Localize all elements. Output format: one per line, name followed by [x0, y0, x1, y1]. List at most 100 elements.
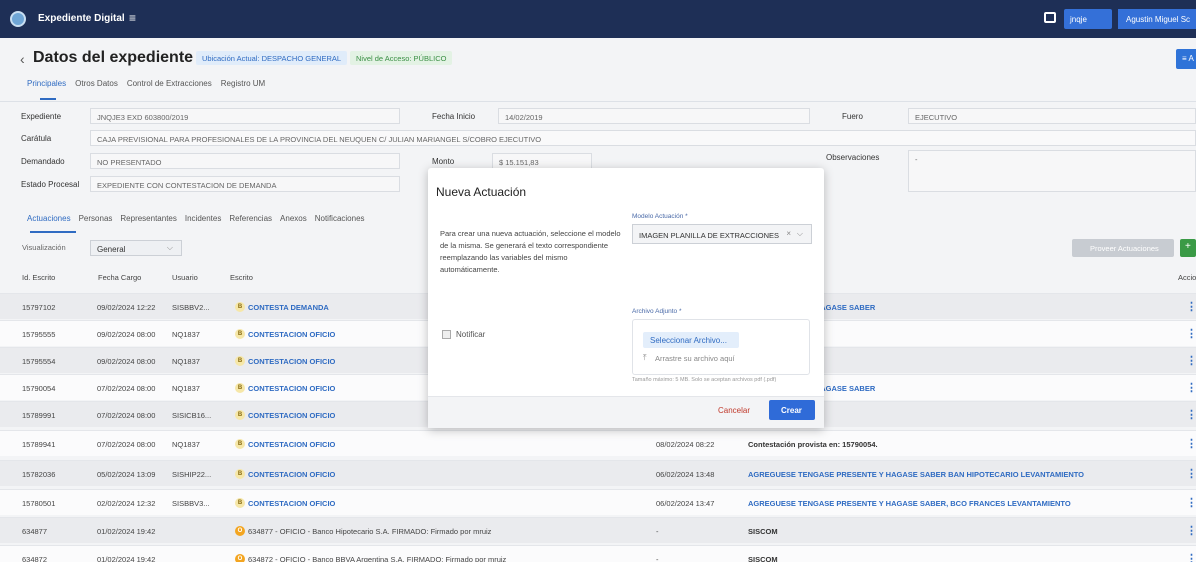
row-type-badge: B — [235, 498, 245, 508]
row-id: 15789991 — [22, 411, 56, 420]
row-fecha-cargo: 02/02/2024 12:32 — [97, 499, 156, 508]
row-actions-kebab-icon[interactable]: ⋮ — [1186, 354, 1196, 367]
nivel-acceso-badge: Nivel de Acceso: PÚBLICO — [350, 51, 453, 65]
row-fecha-proveido: 08/02/2024 08:22 — [656, 440, 715, 449]
row-resultado: SISCOM — [748, 527, 778, 536]
table-row[interactable]: 634872 01/02/2024 19:42 O 634872 - OFICIO -… — [0, 545, 1196, 562]
row-resultado[interactable]: AGREGUESE TENGASE PRESENTE Y HAGASE SABE… — [748, 499, 1071, 508]
table-row[interactable]: 15782036 05/02/2024 13:09 SISHIP22... B CONT… — [0, 460, 1196, 486]
row-actions-kebab-icon[interactable]: ⋮ — [1186, 327, 1196, 340]
col-id-header: Id. Escrito — [22, 273, 56, 282]
tab-principales[interactable]: Principales — [27, 79, 66, 88]
tab-registro-um[interactable]: Registro UM — [221, 79, 265, 88]
row-escrito-link[interactable]: CONTESTACION OFICIO — [248, 470, 335, 479]
row-fecha-cargo: 01/02/2024 19:42 — [97, 555, 156, 562]
create-button[interactable]: Crear — [769, 400, 815, 420]
row-actions-kebab-icon[interactable]: ⋮ — [1186, 524, 1196, 537]
modelo-select[interactable]: IMAGEN PLANILLA DE EXTRACCIONES × ⌵ — [632, 224, 812, 244]
row-actions-kebab-icon[interactable]: ⋮ — [1186, 300, 1196, 313]
tab-otros-datos[interactable]: Otros Datos — [75, 79, 118, 88]
row-fecha-cargo: 07/02/2024 08:00 — [97, 440, 156, 449]
row-actions-kebab-icon[interactable]: ⋮ — [1186, 381, 1196, 394]
visualizacion-select[interactable]: General ⌵ — [90, 240, 182, 256]
proveer-actuaciones-button[interactable]: Proveer Actuaciones — [1072, 239, 1174, 257]
notificar-label: Notificar — [456, 330, 486, 339]
divider — [0, 101, 1196, 102]
row-resultado[interactable]: AGREGUESE TENGASE PRESENTE Y HAGASE SABE… — [748, 470, 1084, 479]
visualizacion-label: Visualización — [22, 243, 66, 252]
page-title: Datos del expediente — [33, 49, 194, 66]
select-file-button[interactable]: Seleccionar Archivo... — [643, 332, 739, 348]
row-actions-kebab-icon[interactable]: ⋮ — [1186, 496, 1196, 509]
row-usuario: NQ1837 — [172, 357, 200, 366]
top-right-action-button[interactable]: ≡ A — [1176, 49, 1196, 69]
row-actions-kebab-icon[interactable]: ⋮ — [1186, 408, 1196, 421]
visualizacion-value: General — [97, 245, 126, 254]
file-hint: Tamaño máximo: 5 MB. Solo se aceptan arc… — [632, 377, 777, 383]
row-escrito-link[interactable]: CONTESTACION OFICIO — [248, 499, 335, 508]
tab-anexos[interactable]: Anexos — [280, 214, 307, 223]
modelo-label: Modelo Actuación * — [632, 213, 688, 220]
active-tab-indicator — [40, 98, 56, 100]
chevron-down-icon: ⌵ — [166, 243, 173, 252]
row-usuario: SISICB16... — [172, 411, 212, 420]
tab-incidentes[interactable]: Incidentes — [185, 214, 221, 223]
back-arrow-icon[interactable]: ‹ — [20, 51, 25, 67]
archivo-label: Archivo Adjunto * — [632, 308, 682, 315]
row-resultado: Contestación provista en: 15790054. — [748, 440, 878, 449]
row-type-badge: B — [235, 439, 245, 449]
row-escrito-link[interactable]: CONTESTACION OFICIO — [248, 411, 335, 420]
caratula-label: Carátula — [21, 134, 52, 143]
fecha-inicio-field: 14/02/2019 — [498, 108, 810, 124]
hamburger-menu-icon[interactable]: ≡ — [129, 11, 136, 25]
clear-icon[interactable]: × — [786, 229, 791, 238]
app-logo-icon — [10, 11, 26, 27]
row-type-badge: B — [235, 302, 245, 312]
active-tab-indicator — [30, 231, 76, 233]
notificar-checkbox[interactable] — [442, 330, 451, 339]
monto-field: $ 15.151,83 — [492, 153, 592, 169]
cancel-button[interactable]: Cancelar — [718, 406, 750, 415]
expediente-field: JNQJE3 EXD 603800/2019 — [90, 108, 400, 124]
row-actions-kebab-icon[interactable]: ⋮ — [1186, 437, 1196, 450]
user-name-button[interactable]: Agustin Miguel Sc — [1118, 9, 1196, 29]
row-actions-kebab-icon[interactable]: ⋮ — [1186, 467, 1196, 480]
table-row[interactable]: 634877 01/02/2024 19:42 O 634877 - OFICIO -… — [0, 517, 1196, 543]
row-actions-kebab-icon[interactable]: ⋮ — [1186, 552, 1196, 562]
fuero-label: Fuero — [842, 112, 863, 121]
tab-control-extracciones[interactable]: Control de Extracciones — [127, 79, 212, 88]
user-badge[interactable]: jnqje — [1064, 9, 1112, 29]
demandado-field: NO PRESENTADO — [90, 153, 400, 169]
row-escrito-link[interactable]: 634872 - OFICIO - Banco BBVA Argentina S… — [248, 555, 506, 562]
ubicacion-badge: Ubicación Actual: DESPACHO GENERAL — [196, 51, 348, 65]
row-escrito-link[interactable]: 634877 - OFICIO - Banco Hipotecario S.A.… — [248, 527, 491, 536]
monto-label: Monto — [432, 157, 455, 166]
tab-personas[interactable]: Personas — [79, 214, 113, 223]
chat-icon[interactable] — [1044, 12, 1056, 23]
row-escrito-link[interactable]: CONTESTACION OFICIO — [248, 330, 335, 339]
tab-representantes[interactable]: Representantes — [120, 214, 176, 223]
drop-text: Arrastre su archivo aquí — [655, 354, 735, 363]
expediente-tabs: Principales Otros Datos Control de Extra… — [27, 79, 265, 88]
col-usuario-header: Usuario — [172, 273, 198, 282]
row-fecha-proveido: 06/02/2024 13:47 — [656, 499, 715, 508]
table-row[interactable]: 15780501 02/02/2024 12:32 SISBBV3... B CONTE… — [0, 489, 1196, 515]
estado-label: Estado Procesal — [21, 180, 80, 189]
row-escrito-link[interactable]: CONTESTACION OFICIO — [248, 440, 335, 449]
add-actuacion-button[interactable]: + — [1180, 239, 1196, 257]
table-row[interactable]: 15789941 07/02/2024 08:00 NQ1837 B CONTESTAC… — [0, 430, 1196, 456]
fecha-inicio-label: Fecha Inicio — [432, 112, 476, 121]
row-fecha-cargo: 07/02/2024 08:00 — [97, 411, 156, 420]
tab-notificaciones[interactable]: Notificaciones — [315, 214, 365, 223]
top-navbar: Expediente Digital ≡ jnqje Agustin Migue… — [0, 0, 1196, 38]
fuero-field: EJECUTIVO — [908, 108, 1196, 124]
row-usuario: SISHIP22... — [172, 470, 212, 479]
row-escrito-link[interactable]: CONTESTACION OFICIO — [248, 357, 335, 366]
row-escrito-link[interactable]: CONTESTACION OFICIO — [248, 384, 335, 393]
demandado-label: Demandado — [21, 157, 65, 166]
file-dropzone[interactable]: Seleccionar Archivo... ⤒ Arrastre su arc… — [632, 319, 810, 375]
tab-referencias[interactable]: Referencias — [229, 214, 272, 223]
tab-actuaciones[interactable]: Actuaciones — [27, 214, 71, 223]
row-id: 15795554 — [22, 357, 56, 366]
row-escrito-link[interactable]: CONTESTA DEMANDA — [248, 303, 329, 312]
